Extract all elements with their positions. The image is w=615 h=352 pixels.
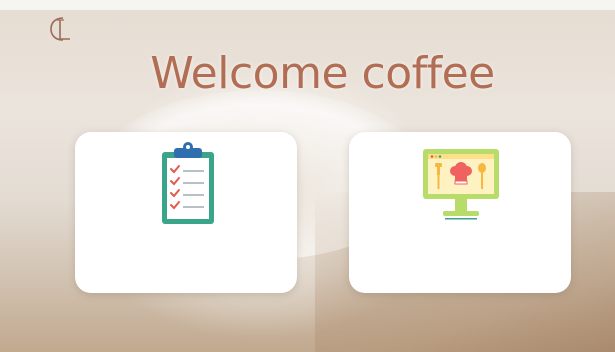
menu-display-card[interactable]: [349, 132, 571, 293]
checklist-card[interactable]: [75, 132, 297, 293]
page-title: Welcome coffee: [150, 48, 495, 99]
monitor-menu-icon: [421, 147, 501, 222]
clipboard-checklist-icon: [160, 142, 216, 226]
cl-logo-icon[interactable]: [46, 14, 76, 44]
